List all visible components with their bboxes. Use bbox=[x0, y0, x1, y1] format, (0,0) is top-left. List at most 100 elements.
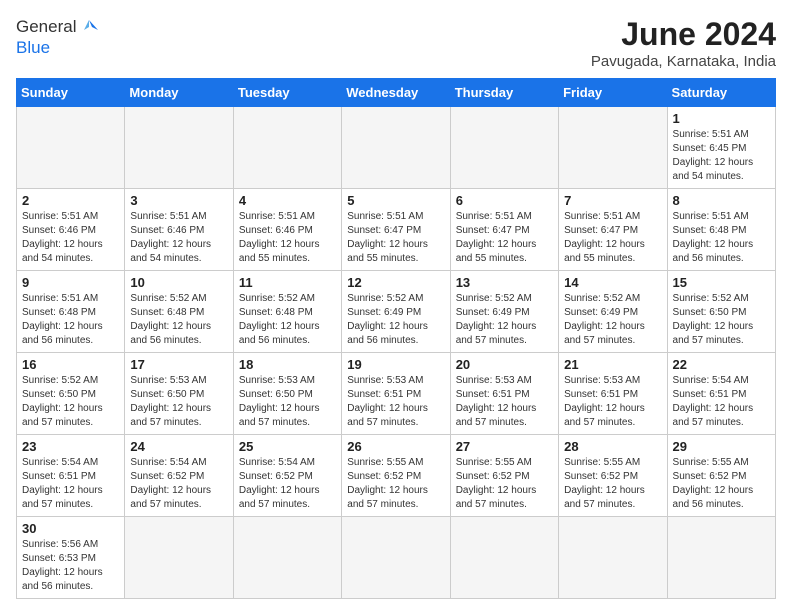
day-number: 5 bbox=[347, 193, 444, 208]
calendar-cell: 19Sunrise: 5:53 AM Sunset: 6:51 PM Dayli… bbox=[342, 353, 450, 435]
day-content: Sunrise: 5:51 AM Sunset: 6:47 PM Dayligh… bbox=[456, 210, 553, 266]
day-number: 13 bbox=[456, 275, 553, 290]
calendar-cell: 27Sunrise: 5:55 AM Sunset: 6:52 PM Dayli… bbox=[450, 435, 558, 517]
calendar-cell bbox=[125, 517, 233, 599]
calendar-cell: 9Sunrise: 5:51 AM Sunset: 6:48 PM Daylig… bbox=[17, 271, 125, 353]
calendar-cell bbox=[559, 517, 667, 599]
day-content: Sunrise: 5:53 AM Sunset: 6:50 PM Dayligh… bbox=[239, 374, 336, 430]
day-content: Sunrise: 5:52 AM Sunset: 6:48 PM Dayligh… bbox=[239, 292, 336, 348]
day-content: Sunrise: 5:55 AM Sunset: 6:52 PM Dayligh… bbox=[673, 456, 770, 512]
month-title: June 2024 bbox=[591, 16, 776, 53]
calendar-cell: 29 Sunrise: 5:55 AM Sunset: 6:52 PM Dayli… bbox=[667, 435, 775, 517]
weekday-header-friday: Friday bbox=[559, 79, 667, 107]
weekday-header-row: SundayMondayTuesdayWednesdayThursdayFrid… bbox=[17, 79, 776, 107]
calendar-cell: 10Sunrise: 5:52 AM Sunset: 6:48 PM Dayli… bbox=[125, 271, 233, 353]
calendar-cell: 1Sunrise: 5:51 AM Sunset: 6:45 PM Daylig… bbox=[667, 107, 775, 189]
day-content: Sunrise: 5:54 AM Sunset: 6:51 PM Dayligh… bbox=[22, 456, 119, 512]
day-number: 15 bbox=[673, 275, 770, 290]
calendar-cell bbox=[17, 107, 125, 189]
day-content: Sunrise: 5:51 AM Sunset: 6:46 PM Dayligh… bbox=[130, 210, 227, 266]
day-number: 18 bbox=[239, 357, 336, 372]
page-header: General Blue June 2024 Pavugada, Karnata… bbox=[16, 16, 776, 70]
day-content: Sunrise: 5:51 AM Sunset: 6:47 PM Dayligh… bbox=[564, 210, 661, 266]
calendar-table: SundayMondayTuesdayWednesdayThursdayFrid… bbox=[16, 78, 776, 599]
calendar-cell: 30 Sunrise: 5:56 AM Sunset: 6:53 PM Dayli… bbox=[17, 517, 125, 599]
calendar-body: 1Sunrise: 5:51 AM Sunset: 6:45 PM Daylig… bbox=[17, 107, 776, 599]
calendar-cell: 6 Sunrise: 5:51 AM Sunset: 6:47 PM Daylig… bbox=[450, 189, 558, 271]
day-number: 1 bbox=[673, 111, 770, 126]
day-content: Sunrise: 5:52 AM Sunset: 6:50 PM Dayligh… bbox=[22, 374, 119, 430]
calendar-cell bbox=[667, 517, 775, 599]
day-number: 20 bbox=[456, 357, 553, 372]
day-content: Sunrise: 5:55 AM Sunset: 6:52 PM Dayligh… bbox=[347, 456, 444, 512]
day-number: 19 bbox=[347, 357, 444, 372]
day-number: 30 bbox=[22, 521, 119, 536]
calendar-cell: 4Sunrise: 5:51 AM Sunset: 6:46 PM Daylig… bbox=[233, 189, 341, 271]
day-number: 21 bbox=[564, 357, 661, 372]
day-number: 23 bbox=[22, 439, 119, 454]
day-content: Sunrise: 5:53 AM Sunset: 6:51 PM Dayligh… bbox=[456, 374, 553, 430]
day-number: 24 bbox=[130, 439, 227, 454]
day-content: Sunrise: 5:52 AM Sunset: 6:50 PM Dayligh… bbox=[673, 292, 770, 348]
location-subtitle: Pavugada, Karnataka, India bbox=[591, 53, 776, 70]
day-content: Sunrise: 5:55 AM Sunset: 6:52 PM Dayligh… bbox=[564, 456, 661, 512]
calendar-cell: 17Sunrise: 5:53 AM Sunset: 6:50 PM Dayli… bbox=[125, 353, 233, 435]
calendar-cell bbox=[342, 107, 450, 189]
weekday-header-tuesday: Tuesday bbox=[233, 79, 341, 107]
logo-blue-text: Blue bbox=[16, 38, 50, 58]
calendar-cell: 18 Sunrise: 5:53 AM Sunset: 6:50 PM Dayli… bbox=[233, 353, 341, 435]
calendar-week-row: 1Sunrise: 5:51 AM Sunset: 6:45 PM Daylig… bbox=[17, 107, 776, 189]
calendar-week-row: 16 Sunrise: 5:52 AM Sunset: 6:50 PM Dayli… bbox=[17, 353, 776, 435]
weekday-header-sunday: Sunday bbox=[17, 79, 125, 107]
calendar-cell: 23 Sunrise: 5:54 AM Sunset: 6:51 PM Dayli… bbox=[17, 435, 125, 517]
day-content: Sunrise: 5:54 AM Sunset: 6:52 PM Dayligh… bbox=[239, 456, 336, 512]
weekday-header-wednesday: Wednesday bbox=[342, 79, 450, 107]
logo: General Blue bbox=[16, 16, 100, 58]
calendar-cell bbox=[559, 107, 667, 189]
day-number: 10 bbox=[130, 275, 227, 290]
day-number: 25 bbox=[239, 439, 336, 454]
calendar-cell: 21 Sunrise: 5:53 AM Sunset: 6:51 PM Dayli… bbox=[559, 353, 667, 435]
calendar-cell: 13 Sunrise: 5:52 AM Sunset: 6:49 PM Dayli… bbox=[450, 271, 558, 353]
calendar-cell bbox=[342, 517, 450, 599]
calendar-cell: 24Sunrise: 5:54 AM Sunset: 6:52 PM Dayli… bbox=[125, 435, 233, 517]
day-content: Sunrise: 5:52 AM Sunset: 6:49 PM Dayligh… bbox=[564, 292, 661, 348]
calendar-cell bbox=[125, 107, 233, 189]
logo-bird-icon bbox=[78, 16, 100, 38]
day-number: 2 bbox=[22, 193, 119, 208]
calendar-cell: 20 Sunrise: 5:53 AM Sunset: 6:51 PM Dayli… bbox=[450, 353, 558, 435]
calendar-week-row: 2 Sunrise: 5:51 AM Sunset: 6:46 PM Daylig… bbox=[17, 189, 776, 271]
day-number: 29 bbox=[673, 439, 770, 454]
calendar-week-row: 23 Sunrise: 5:54 AM Sunset: 6:51 PM Dayli… bbox=[17, 435, 776, 517]
day-number: 11 bbox=[239, 275, 336, 290]
day-content: Sunrise: 5:56 AM Sunset: 6:53 PM Dayligh… bbox=[22, 538, 119, 594]
day-content: Sunrise: 5:52 AM Sunset: 6:49 PM Dayligh… bbox=[347, 292, 444, 348]
calendar-cell bbox=[450, 107, 558, 189]
day-number: 22 bbox=[673, 357, 770, 372]
day-number: 7 bbox=[564, 193, 661, 208]
day-content: Sunrise: 5:53 AM Sunset: 6:51 PM Dayligh… bbox=[564, 374, 661, 430]
day-content: Sunrise: 5:52 AM Sunset: 6:49 PM Dayligh… bbox=[456, 292, 553, 348]
day-content: Sunrise: 5:51 AM Sunset: 6:47 PM Dayligh… bbox=[347, 210, 444, 266]
day-number: 6 bbox=[456, 193, 553, 208]
calendar-cell: 14Sunrise: 5:52 AM Sunset: 6:49 PM Dayli… bbox=[559, 271, 667, 353]
day-content: Sunrise: 5:51 AM Sunset: 6:48 PM Dayligh… bbox=[673, 210, 770, 266]
calendar-cell: 11 Sunrise: 5:52 AM Sunset: 6:48 PM Dayli… bbox=[233, 271, 341, 353]
calendar-cell: 28Sunrise: 5:55 AM Sunset: 6:52 PM Dayli… bbox=[559, 435, 667, 517]
day-content: Sunrise: 5:55 AM Sunset: 6:52 PM Dayligh… bbox=[456, 456, 553, 512]
day-number: 26 bbox=[347, 439, 444, 454]
calendar-cell: 5 Sunrise: 5:51 AM Sunset: 6:47 PM Daylig… bbox=[342, 189, 450, 271]
calendar-cell: 22 Sunrise: 5:54 AM Sunset: 6:51 PM Dayli… bbox=[667, 353, 775, 435]
calendar-cell: 25 Sunrise: 5:54 AM Sunset: 6:52 PM Dayli… bbox=[233, 435, 341, 517]
weekday-header-saturday: Saturday bbox=[667, 79, 775, 107]
calendar-cell: 16 Sunrise: 5:52 AM Sunset: 6:50 PM Dayli… bbox=[17, 353, 125, 435]
day-content: Sunrise: 5:54 AM Sunset: 6:51 PM Dayligh… bbox=[673, 374, 770, 430]
day-number: 12 bbox=[347, 275, 444, 290]
calendar-cell: 8Sunrise: 5:51 AM Sunset: 6:48 PM Daylig… bbox=[667, 189, 775, 271]
calendar-cell bbox=[233, 517, 341, 599]
day-number: 16 bbox=[22, 357, 119, 372]
calendar-cell bbox=[233, 107, 341, 189]
day-content: Sunrise: 5:51 AM Sunset: 6:48 PM Dayligh… bbox=[22, 292, 119, 348]
day-number: 3 bbox=[130, 193, 227, 208]
calendar-cell: 12 Sunrise: 5:52 AM Sunset: 6:49 PM Dayli… bbox=[342, 271, 450, 353]
